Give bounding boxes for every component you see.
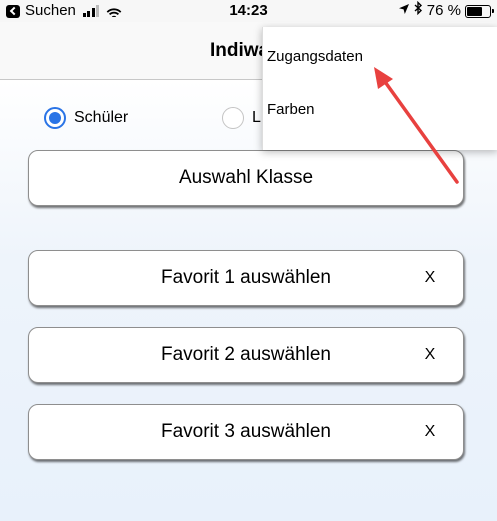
battery-tip <box>492 8 494 13</box>
menu-item-zugangsdaten[interactable]: Zugangsdaten <box>263 48 497 65</box>
battery-icon <box>465 4 494 18</box>
bluetooth-icon <box>414 0 423 22</box>
radio-unselected-icon[interactable] <box>222 107 244 129</box>
status-right: 76 % <box>398 0 494 22</box>
menu-item-farben[interactable]: Farben <box>263 101 497 118</box>
favorite-2-label: Favorit 2 auswählen <box>160 344 332 365</box>
favorite-1-label: Favorit 1 auswählen <box>160 267 332 288</box>
clear-favorite-2-button[interactable]: X <box>421 328 439 382</box>
battery-percent: 76 % <box>426 2 461 19</box>
battery-level <box>467 6 482 16</box>
clear-favorite-3-button[interactable]: X <box>421 405 439 459</box>
favorite-2-button[interactable]: Favorit 2 auswählen X <box>28 327 464 383</box>
favorite-3-label: Favorit 3 auswählen <box>160 421 332 442</box>
select-class-button[interactable]: Auswahl Klasse <box>28 150 464 206</box>
radio-option-lehrer[interactable]: L <box>222 107 261 129</box>
favorite-1-button[interactable]: Favorit 1 auswählen X <box>28 250 464 306</box>
options-menu: Zugangsdaten Farben <box>262 27 497 150</box>
radio-label: L <box>252 109 261 126</box>
radio-selected-icon[interactable] <box>44 107 66 129</box>
clear-favorite-1-button[interactable]: X <box>421 251 439 305</box>
radio-option-schueler[interactable]: Schüler <box>44 107 128 129</box>
location-icon <box>398 0 410 22</box>
status-bar: Suchen 14:23 76 % <box>0 0 497 22</box>
radio-label: Schüler <box>74 109 129 126</box>
favorite-3-button[interactable]: Favorit 3 auswählen X <box>28 404 464 460</box>
